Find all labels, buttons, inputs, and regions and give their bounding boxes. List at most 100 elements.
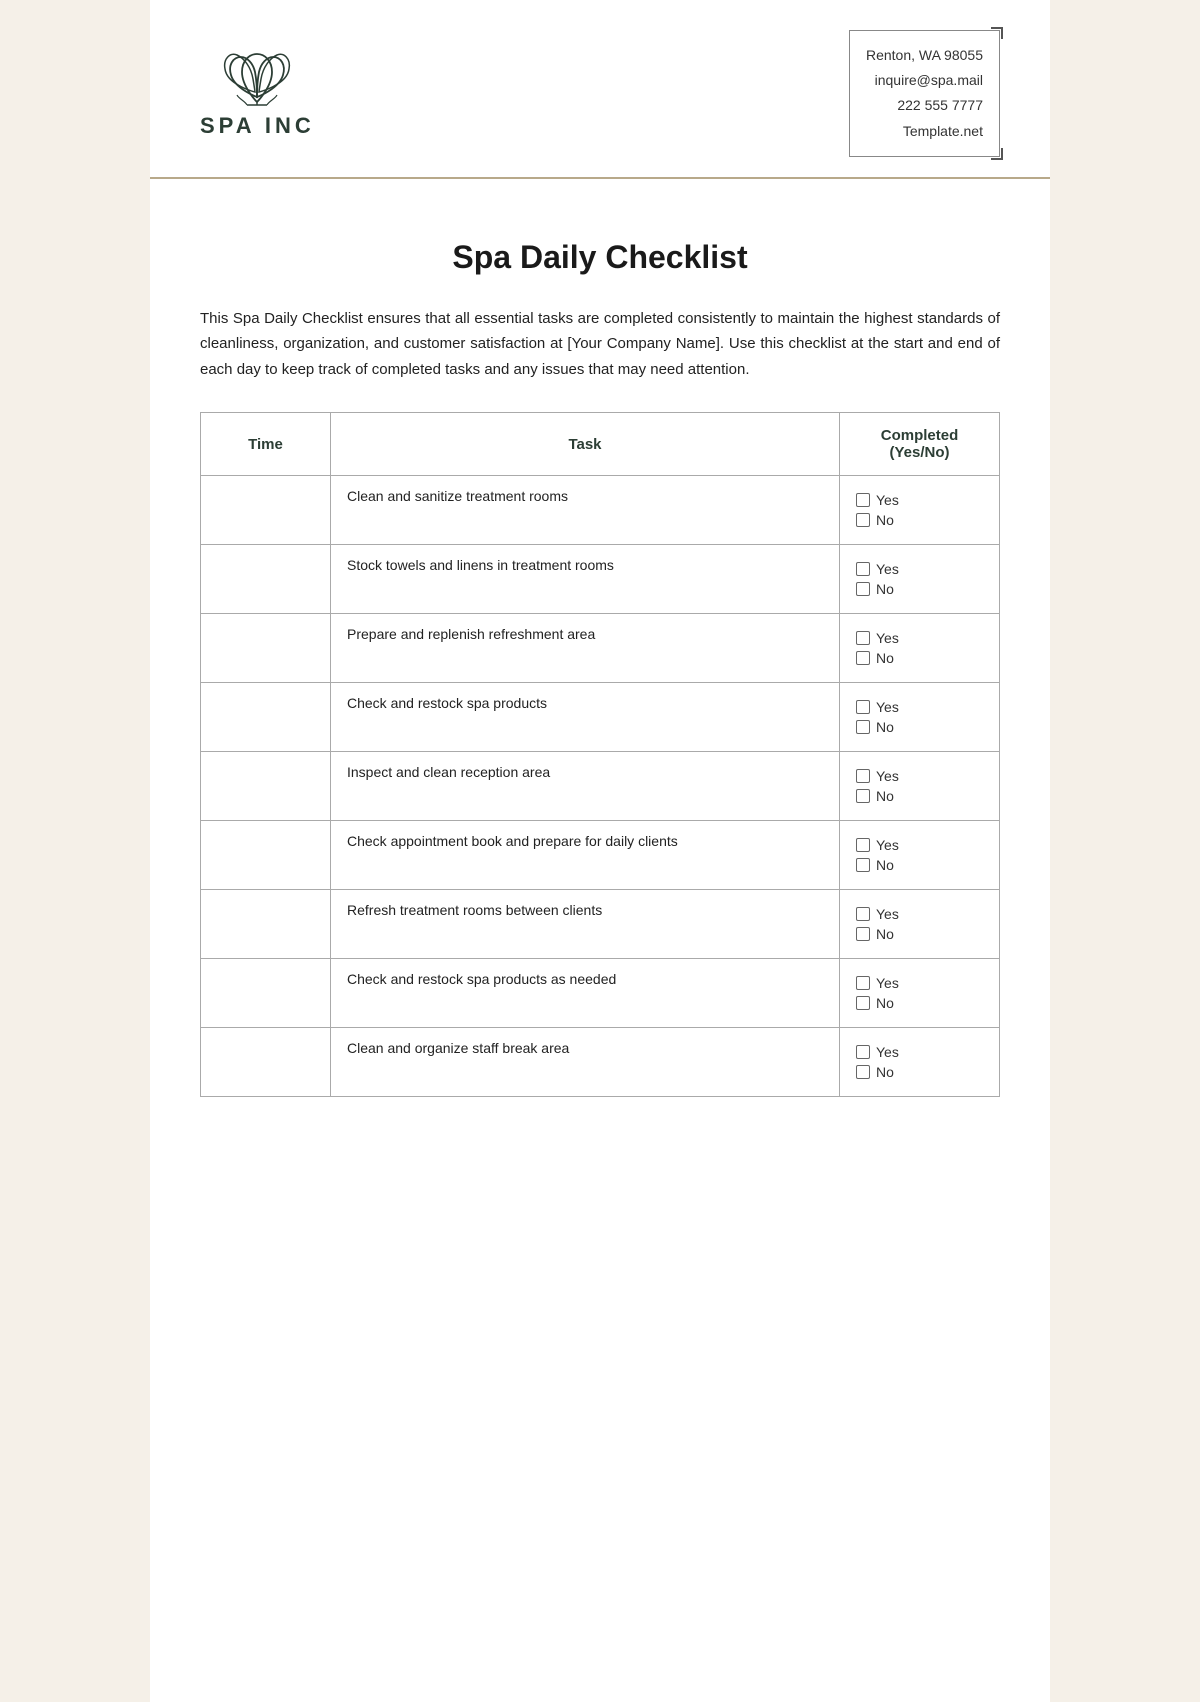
company-phone: 222 555 7777 [866,93,983,118]
checkbox-no[interactable]: No [856,719,983,735]
checkbox-no[interactable]: No [856,650,983,666]
task-cell: Inspect and clean reception area [331,752,840,821]
company-website: Template.net [866,119,983,144]
checkbox-label: No [876,650,894,666]
task-cell: Clean and sanitize treatment rooms [331,476,840,545]
checkbox-square[interactable] [856,631,870,645]
checkbox-square[interactable] [856,651,870,665]
checkbox-yes[interactable]: Yes [856,1044,983,1060]
checkbox-square[interactable] [856,513,870,527]
checkbox-label: No [876,719,894,735]
time-cell [201,476,331,545]
checkbox-yes[interactable]: Yes [856,630,983,646]
checkbox-square[interactable] [856,562,870,576]
checkbox-label: No [876,926,894,942]
company-address: Renton, WA 98055 [866,43,983,68]
time-cell [201,683,331,752]
checkbox-square[interactable] [856,976,870,990]
checkbox-yes[interactable]: Yes [856,906,983,922]
completed-cell[interactable]: Yes No [840,1028,1000,1097]
checkbox-no[interactable]: No [856,1064,983,1080]
checkbox-square[interactable] [856,493,870,507]
task-cell: Stock towels and linens in treatment roo… [331,545,840,614]
checkbox-no[interactable]: No [856,581,983,597]
checkbox-label: Yes [876,1044,899,1060]
checkbox-label: Yes [876,906,899,922]
completed-cell[interactable]: Yes No [840,614,1000,683]
task-cell: Check appointment book and prepare for d… [331,821,840,890]
header-time: Time [201,413,331,476]
completed-cell[interactable]: Yes No [840,683,1000,752]
header-completed: Completed (Yes/No) [840,413,1000,476]
checkbox-label: No [876,788,894,804]
completed-cell[interactable]: Yes No [840,890,1000,959]
table-row: Clean and sanitize treatment rooms Yes No [201,476,1000,545]
task-cell: Clean and organize staff break area [331,1028,840,1097]
time-cell [201,821,331,890]
task-cell: Refresh treatment rooms between clients [331,890,840,959]
header-task: Task [331,413,840,476]
table-header-row: Time Task Completed (Yes/No) [201,413,1000,476]
checkbox-yes[interactable]: Yes [856,975,983,991]
checkbox-square[interactable] [856,858,870,872]
checkbox-square[interactable] [856,700,870,714]
checkbox-square[interactable] [856,907,870,921]
checkbox-label: No [876,581,894,597]
completed-cell[interactable]: Yes No [840,959,1000,1028]
document-title: Spa Daily Checklist [200,239,1000,276]
lotus-icon [217,47,297,107]
checkbox-no[interactable]: No [856,926,983,942]
task-cell: Prepare and replenish refreshment area [331,614,840,683]
contact-block: Renton, WA 98055 inquire@spa.mail 222 55… [849,30,1000,157]
logo-area: SPA INC [200,47,315,139]
checkbox-yes[interactable]: Yes [856,492,983,508]
checkbox-no[interactable]: No [856,788,983,804]
checkbox-no[interactable]: No [856,512,983,528]
completed-cell[interactable]: Yes No [840,821,1000,890]
page: SPA INC Renton, WA 98055 inquire@spa.mai… [150,0,1050,1702]
checkbox-yes[interactable]: Yes [856,768,983,784]
table-row: Check and restock spa products Yes No [201,683,1000,752]
checkbox-label: No [876,1064,894,1080]
checkbox-label: Yes [876,975,899,991]
task-cell: Check and restock spa products [331,683,840,752]
table-row: Stock towels and linens in treatment roo… [201,545,1000,614]
checkbox-no[interactable]: No [856,995,983,1011]
checkbox-yes[interactable]: Yes [856,837,983,853]
completed-cell[interactable]: Yes No [840,476,1000,545]
header: SPA INC Renton, WA 98055 inquire@spa.mai… [150,0,1050,179]
checkbox-label: Yes [876,837,899,853]
checkbox-square[interactable] [856,1045,870,1059]
document-description: This Spa Daily Checklist ensures that al… [200,306,1000,383]
checkbox-label: Yes [876,699,899,715]
completed-cell[interactable]: Yes No [840,752,1000,821]
checkbox-yes[interactable]: Yes [856,699,983,715]
checkbox-square[interactable] [856,582,870,596]
checkbox-square[interactable] [856,1065,870,1079]
checkbox-label: Yes [876,630,899,646]
table-row: Prepare and replenish refreshment areaYe… [201,614,1000,683]
checkbox-label: Yes [876,492,899,508]
time-cell [201,614,331,683]
company-name: SPA INC [200,113,315,139]
table-row: Inspect and clean reception area Yes No [201,752,1000,821]
completed-cell[interactable]: Yes No [840,545,1000,614]
main-content: Spa Daily Checklist This Spa Daily Check… [150,179,1050,1138]
checkbox-square[interactable] [856,789,870,803]
checklist-table: Time Task Completed (Yes/No) Clean and s… [200,412,1000,1097]
table-row: Clean and organize staff break area Yes No [201,1028,1000,1097]
checkbox-no[interactable]: No [856,857,983,873]
checkbox-square[interactable] [856,720,870,734]
time-cell [201,959,331,1028]
checkbox-yes[interactable]: Yes [856,561,983,577]
time-cell [201,752,331,821]
table-row: Check and restock spa products as needed… [201,959,1000,1028]
checkbox-square[interactable] [856,927,870,941]
checkbox-square[interactable] [856,838,870,852]
checkbox-square[interactable] [856,769,870,783]
checkbox-label: No [876,995,894,1011]
checkbox-square[interactable] [856,996,870,1010]
company-email: inquire@spa.mail [866,68,983,93]
checkbox-label: No [876,512,894,528]
checkbox-label: Yes [876,768,899,784]
